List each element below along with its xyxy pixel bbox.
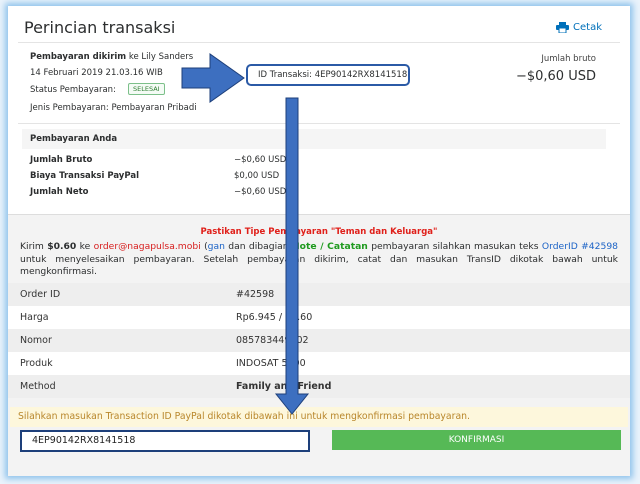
order-row-label: Order ID bbox=[20, 289, 61, 300]
order-row-value: #42598 bbox=[236, 289, 275, 300]
order-row-value: Family and Friend bbox=[236, 381, 332, 392]
payment-row-label: Jumlah Bruto bbox=[30, 155, 93, 165]
instr-text: ke bbox=[79, 241, 91, 252]
amount: $0.60 bbox=[47, 241, 77, 252]
order-ref: OrderID #42598 bbox=[541, 241, 619, 252]
print-button[interactable]: Cetak bbox=[556, 22, 602, 33]
print-label: Cetak bbox=[573, 22, 602, 33]
sent-label: Pembayaran dikirim bbox=[30, 52, 127, 62]
transaction-window: Perincian transaksi Cetak Pembayaran dik… bbox=[8, 6, 630, 476]
order-row: Method Family and Friend bbox=[8, 375, 630, 398]
recipient-email-link[interactable]: order@nagapulsa.mobi bbox=[94, 241, 201, 252]
order-row: Nomor 085783449502 bbox=[8, 329, 630, 352]
order-row: Order ID #42598 bbox=[8, 283, 630, 306]
payment-type: Jenis Pembayaran: Pembayaran Pribadi bbox=[30, 103, 197, 113]
order-row-label: Method bbox=[20, 381, 56, 392]
payment-row-value: −$0,60 USD bbox=[234, 155, 287, 165]
instr-text: untuk menyelesaikan pembayaran. Setelah … bbox=[20, 253, 618, 278]
payment-instructions: Kirim $0.60 ke order@nagapulsa.mobi (gan… bbox=[20, 241, 618, 279]
divider bbox=[18, 123, 620, 124]
status-badge: SELESAI bbox=[128, 83, 165, 95]
order-row-value: Rp6.945 / $0.60 bbox=[236, 312, 313, 323]
payment-row-value: $0,00 USD bbox=[234, 171, 280, 181]
order-row: Produk INDOSAT 5000 bbox=[8, 352, 630, 375]
order-row-label: Harga bbox=[20, 312, 49, 323]
note-label: Note / Catatan bbox=[291, 241, 368, 252]
payment-type-warning: Pastikan Tipe Pembayaran "Teman dan Kelu… bbox=[200, 227, 438, 237]
confirm-notice: Silahkan masukan Transaction ID PayPal d… bbox=[10, 407, 628, 427]
order-row-label: Produk bbox=[20, 358, 53, 369]
recipient-name[interactable]: ke Lily Sanders bbox=[129, 52, 193, 62]
transaction-details-panel: Perincian transaksi Cetak Pembayaran dik… bbox=[8, 6, 630, 214]
gross-label: Jumlah bruto bbox=[541, 54, 596, 64]
transaction-id-input[interactable]: 4EP90142RX8141518 bbox=[20, 430, 310, 452]
instr-link[interactable]: gan bbox=[208, 241, 225, 252]
printer-icon bbox=[556, 22, 570, 33]
recipient-line: Pembayaran dikirim ke Lily Sanders bbox=[30, 52, 193, 62]
confirm-button[interactable]: KONFIRMASI bbox=[332, 430, 621, 450]
divider bbox=[18, 42, 620, 43]
payment-row-label: Jumlah Neto bbox=[30, 187, 89, 197]
instr-text: pembayaran silahkan masukan teks bbox=[371, 241, 539, 252]
payment-section-header: Pembayaran Anda bbox=[22, 129, 606, 149]
transaction-datetime: 14 Februari 2019 21.03.16 WIB bbox=[30, 68, 163, 78]
payment-section-title: Pembayaran Anda bbox=[30, 134, 118, 144]
order-row-value: INDOSAT 5000 bbox=[236, 358, 306, 369]
instr-text: Kirim bbox=[20, 241, 44, 252]
confirmation-panel: Pastikan Tipe Pembayaran "Teman dan Kelu… bbox=[8, 214, 630, 476]
order-row-value: 085783449502 bbox=[236, 335, 309, 346]
order-row-label: Nomor bbox=[20, 335, 52, 346]
order-row: Harga Rp6.945 / $0.60 bbox=[8, 306, 630, 329]
payment-row-label: Biaya Transaksi PayPal bbox=[30, 171, 139, 181]
payment-row-value: −$0,60 USD bbox=[234, 187, 287, 197]
instr-text: dan dibagian bbox=[228, 241, 289, 252]
gross-value: −$0,60 USD bbox=[515, 69, 596, 84]
transaction-id-highlight: ID Transaksi: 4EP90142RX8141518 bbox=[246, 64, 410, 86]
page-title: Perincian transaksi bbox=[24, 18, 176, 37]
status-label: Status Pembayaran: bbox=[30, 85, 116, 95]
